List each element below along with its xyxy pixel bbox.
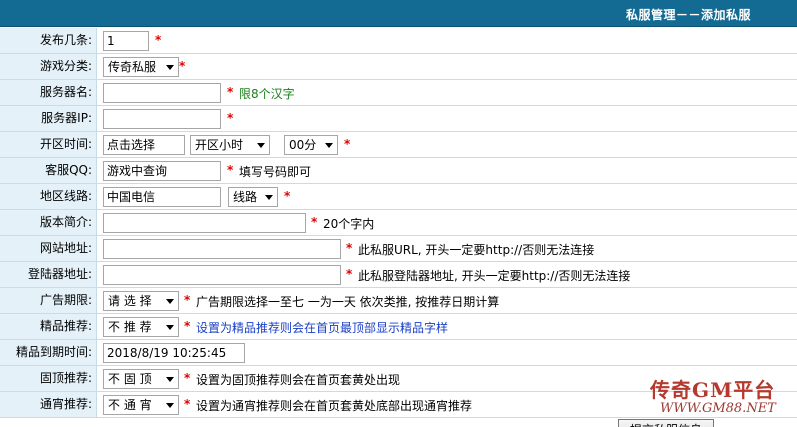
website-hint: 此私服URL, 开头一定要http://否则无法连接 — [358, 243, 595, 257]
ad-period-label: 广告期限: — [0, 288, 97, 313]
open-time-label: 开区时间: — [0, 132, 97, 157]
ad-period-select[interactable]: 请 选 择 — [103, 291, 179, 311]
pinned-label: 固顶推荐: — [0, 366, 97, 391]
banner-selected: 不 通 宵 — [108, 398, 152, 412]
publish-count-label: 发布几条: — [0, 28, 97, 53]
featured-selected: 不 推 荐 — [108, 320, 152, 334]
pinned-hint: 设置为固顶推荐则会在首页套黄处出现 — [196, 373, 401, 387]
watermark-url: WWW.GM88.NET — [660, 401, 776, 416]
service-qq-label: 客服QQ: — [0, 158, 97, 183]
chevron-down-icon — [265, 195, 273, 200]
chevron-down-icon — [166, 299, 174, 304]
page-title: 私服管理－－添加私服 — [625, 8, 751, 22]
row-intro: 版本简介: * 20个字内 — [0, 210, 797, 236]
featured-expire-input[interactable]: 2018/8/19 10:25:45 — [103, 343, 245, 363]
featured-label: 精品推荐: — [0, 314, 97, 339]
service-qq-hint: 填写号码即可 — [239, 165, 312, 179]
row-ad-period: 广告期限: 请 选 择 * 广告期限选择一至七 一为一天 依次类推, 按推荐日期… — [0, 288, 797, 314]
open-hour-select[interactable]: 开区小时 — [190, 135, 270, 155]
required-mark: * — [184, 397, 191, 411]
row-featured: 精品推荐: 不 推 荐 * 设置为精品推荐则会在首页最顶部显示精品字样 — [0, 314, 797, 340]
intro-hint: 20个字内 — [323, 217, 375, 231]
row-website: 网站地址: * 此私服URL, 开头一定要http://否则无法连接 — [0, 236, 797, 262]
featured-expire-label: 精品到期时间: — [0, 340, 97, 365]
open-date-input[interactable]: 点击选择 — [103, 135, 185, 155]
pinned-selected: 不 固 顶 — [108, 372, 152, 386]
required-mark: * — [284, 189, 291, 203]
launcher-url-hint: 此私服登陆器地址, 开头一定要http://否则无法连接 — [358, 269, 631, 283]
banner-select[interactable]: 不 通 宵 — [103, 395, 179, 415]
row-service-qq: 客服QQ: 游戏中查询 * 填写号码即可 — [0, 158, 797, 184]
chevron-down-icon — [166, 377, 174, 382]
intro-label: 版本简介: — [0, 210, 97, 235]
server-ip-label: 服务器IP: — [0, 106, 97, 131]
ad-period-selected: 请 选 择 — [108, 294, 152, 308]
required-mark: * — [184, 371, 191, 385]
ad-period-hint: 广告期限选择一至七 一为一天 依次类推, 按推荐日期计算 — [196, 295, 500, 309]
row-region-line: 地区线路: 中国电信 线路 * — [0, 184, 797, 210]
launcher-url-label: 登陆器地址: — [0, 262, 97, 287]
line-select[interactable]: 线路 — [228, 187, 278, 207]
chevron-down-icon — [325, 143, 333, 148]
region-line-label: 地区线路: — [0, 184, 97, 209]
line-selected: 线路 — [233, 190, 258, 204]
region-input[interactable]: 中国电信 — [103, 187, 221, 207]
open-minute-select[interactable]: 00分 — [284, 135, 338, 155]
required-mark: * — [184, 319, 191, 333]
chevron-down-icon — [166, 403, 174, 408]
featured-select[interactable]: 不 推 荐 — [103, 317, 179, 337]
row-server-ip: 服务器IP: * — [0, 106, 797, 132]
service-qq-input[interactable]: 游戏中查询 — [103, 161, 221, 181]
open-minute-selected: 00分 — [289, 138, 317, 152]
required-mark: * — [344, 137, 351, 151]
page-header: 私服管理－－添加私服 — [0, 0, 797, 27]
site-watermark-logo: 传奇GM平台 WWW.GM88.NET — [650, 374, 790, 424]
chevron-down-icon — [166, 65, 174, 70]
website-label: 网站地址: — [0, 236, 97, 261]
row-open-time: 开区时间: 点击选择 开区小时 00分 * — [0, 132, 797, 158]
required-mark: * — [227, 111, 234, 125]
server-name-hint: 限8个汉字 — [239, 87, 295, 101]
publish-count-input[interactable]: 1 — [103, 31, 149, 51]
required-mark: * — [179, 59, 186, 73]
server-ip-input[interactable] — [103, 109, 221, 129]
intro-input[interactable] — [103, 213, 306, 233]
required-mark: * — [346, 241, 353, 255]
row-launcher-url: 登陆器地址: * 此私服登陆器地址, 开头一定要http://否则无法连接 — [0, 262, 797, 288]
row-featured-expire: 精品到期时间: 2018/8/19 10:25:45 — [0, 340, 797, 366]
open-hour-selected: 开区小时 — [195, 138, 244, 152]
game-category-selected: 传奇私服 — [108, 60, 157, 74]
launcher-url-input[interactable] — [103, 265, 341, 285]
required-mark: * — [184, 293, 191, 307]
server-name-label: 服务器名: — [0, 80, 97, 105]
game-category-select[interactable]: 传奇私服 — [103, 57, 179, 77]
featured-hint: 设置为精品推荐则会在首页最顶部显示精品字样 — [196, 321, 449, 335]
server-name-input[interactable] — [103, 83, 221, 103]
game-category-label: 游戏分类: — [0, 54, 97, 79]
chevron-down-icon — [166, 325, 174, 330]
pinned-select[interactable]: 不 固 顶 — [103, 369, 179, 389]
website-input[interactable] — [103, 239, 341, 259]
row-server-name: 服务器名: * 限8个汉字 — [0, 80, 797, 106]
required-mark: * — [311, 215, 318, 229]
required-mark: * — [155, 33, 162, 47]
watermark-title: 传奇GM平台 — [650, 378, 776, 402]
chevron-down-icon — [257, 143, 265, 148]
required-mark: * — [346, 267, 353, 281]
required-mark: * — [227, 85, 234, 99]
row-publish-count: 发布几条: 1 * — [0, 28, 797, 54]
required-mark: * — [227, 163, 234, 177]
row-game-category: 游戏分类: 传奇私服 * — [0, 54, 797, 80]
banner-hint: 设置为通宵推荐则会在首页套黄处底部出现通宵推荐 — [196, 399, 473, 413]
banner-label: 通宵推荐: — [0, 392, 97, 417]
